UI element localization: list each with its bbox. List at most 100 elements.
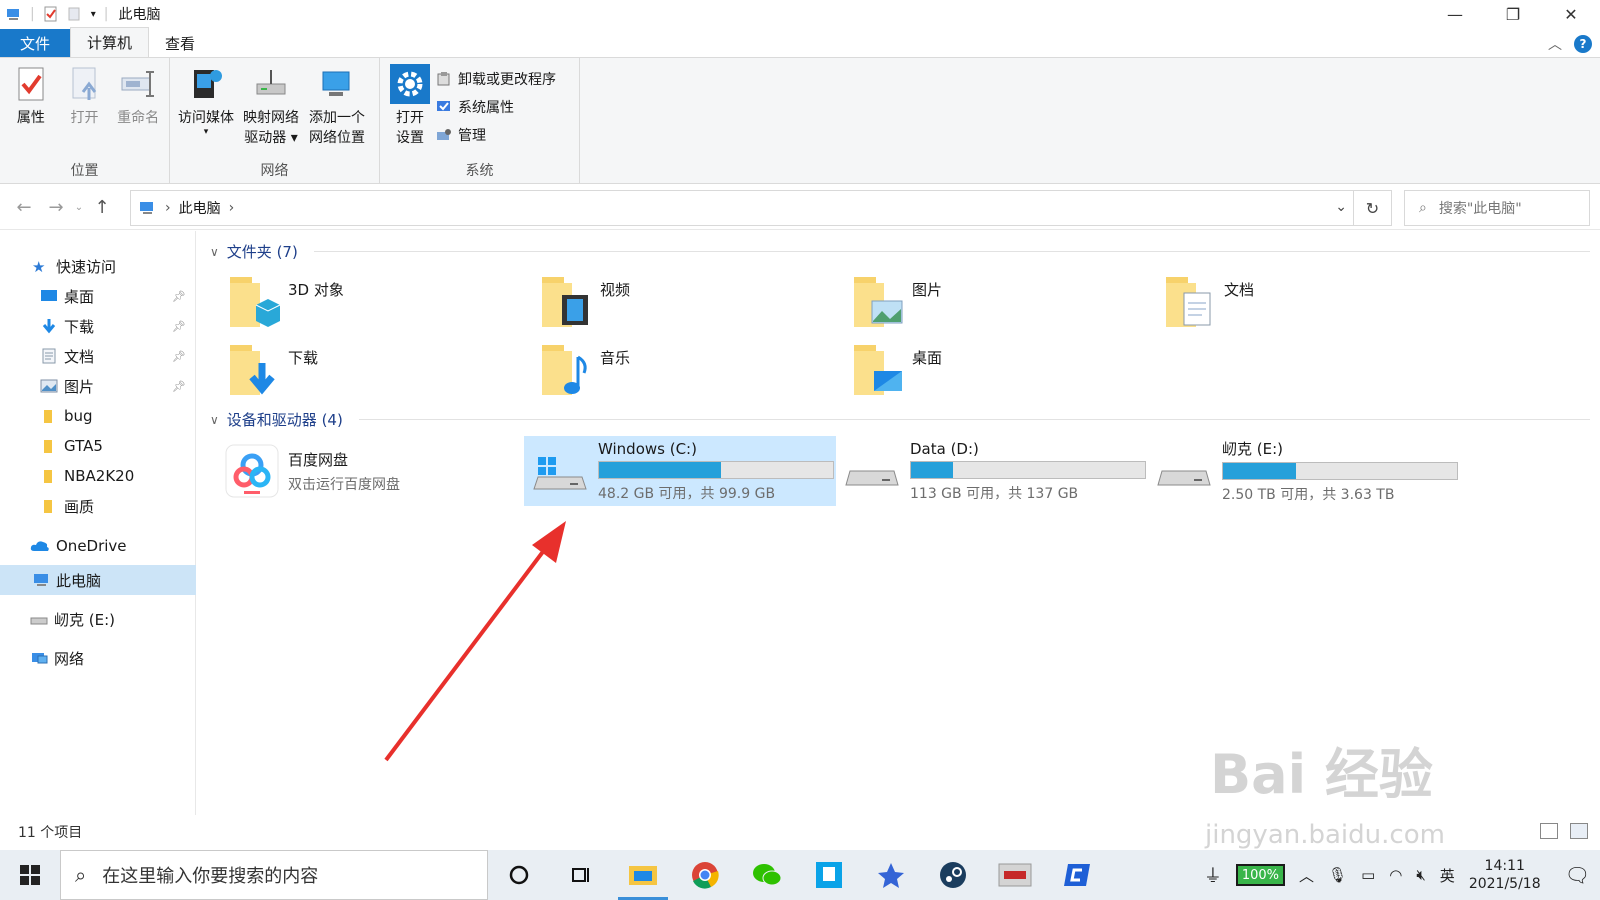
pin-icon[interactable]: 📌︎: [172, 380, 186, 393]
wechat-icon[interactable]: [736, 850, 798, 900]
address-bar[interactable]: › 此电脑 › ⌄ ↻: [130, 190, 1392, 226]
cortana-icon[interactable]: [488, 850, 550, 900]
add-network-label-1: 添加一个: [309, 110, 365, 126]
taskbar-search-input[interactable]: ⌕ 在这里输入你要搜索的内容: [60, 850, 488, 900]
tab-computer[interactable]: 计算机: [70, 27, 150, 57]
folder-icon: [44, 470, 52, 483]
app-blue-icon[interactable]: [798, 850, 860, 900]
sidebar-item-network[interactable]: 网络: [0, 643, 196, 673]
new-folder-quick-icon[interactable]: [67, 6, 83, 22]
folder-desktop[interactable]: 桌面: [852, 341, 1152, 405]
sidebar-item-documents[interactable]: 文档 📌︎: [0, 341, 196, 371]
devices-section-title: 设备和驱动器 (4): [226, 411, 343, 429]
collapse-ribbon-icon[interactable]: ︿: [1548, 34, 1562, 54]
tab-view[interactable]: 查看: [149, 29, 211, 57]
battery-icon[interactable]: ▭: [1361, 866, 1375, 884]
search-input[interactable]: ⌕ 搜索"此电脑": [1404, 190, 1590, 226]
folder-downloads[interactable]: 下载: [228, 341, 528, 405]
sidebar-item-downloads[interactable]: 下载 📌︎: [0, 311, 196, 341]
start-button[interactable]: [0, 850, 60, 900]
forward-arrow-icon[interactable]: →: [40, 197, 72, 218]
sidebar-item-drive-e[interactable]: 屻克 (E:): [0, 604, 196, 634]
show-hidden-icons-icon[interactable]: ︿: [1299, 865, 1314, 886]
input-method-indicator[interactable]: 英: [1440, 865, 1455, 886]
sidebar-item-bug[interactable]: bug: [0, 401, 196, 431]
pin-icon[interactable]: 📌︎: [172, 320, 186, 333]
annotation-arrow-icon: [384, 521, 566, 762]
ribbon-group-location: 属性 打开 重命名 位置: [0, 58, 170, 184]
sidebar-label-quality: 画质: [64, 497, 95, 516]
back-arrow-icon[interactable]: ←: [8, 197, 40, 218]
devices-section-header[interactable]: ∨ 设备和驱动器 (4): [210, 409, 1590, 430]
restore-button[interactable]: ❐: [1484, 0, 1542, 28]
breadcrumb-this-pc[interactable]: 此电脑: [179, 198, 221, 218]
sidebar-item-nba2k20[interactable]: NBA2K20: [0, 461, 196, 491]
help-icon[interactable]: ?: [1574, 35, 1592, 53]
clock[interactable]: 14:11 2021/5/18: [1469, 857, 1541, 893]
drive-e[interactable]: 屻克 (E:) 2.50 TB 可用，共 3.63 TB: [1148, 436, 1460, 506]
tab-file[interactable]: 文件: [0, 29, 70, 57]
item-count: 11 个项目: [18, 825, 83, 841]
sidebar-label-network: 网络: [54, 649, 85, 668]
this-pc-icon[interactable]: [6, 6, 22, 22]
app-star-icon[interactable]: [860, 850, 922, 900]
navigation-bar: ← → ⌄ ↑ › 此电脑 › ⌄ ↻ ⌕ 搜索"此电脑": [0, 186, 1600, 230]
chrome-icon[interactable]: [674, 850, 736, 900]
up-arrow-icon[interactable]: ↑: [86, 197, 118, 218]
folders-section-title: 文件夹 (7): [226, 243, 298, 261]
address-dropdown-icon[interactable]: ⌄: [1335, 199, 1347, 215]
details-view-icon[interactable]: [1540, 823, 1558, 839]
refresh-icon[interactable]: ↻: [1353, 191, 1391, 225]
notification-center-icon[interactable]: 🗨︎: [1565, 863, 1590, 887]
microphone-icon[interactable]: 🎙︎: [1328, 866, 1347, 884]
pin-icon[interactable]: 📌︎: [172, 290, 186, 303]
breadcrumb-chevron-icon[interactable]: ›: [229, 200, 235, 216]
sidebar-item-gta5[interactable]: GTA5: [0, 431, 196, 461]
drive-d[interactable]: Data (D:) 113 GB 可用，共 137 GB: [836, 436, 1148, 506]
drive-e-usage-fill: [1223, 463, 1296, 479]
clock-date: 2021/5/18: [1468, 876, 1541, 892]
system-properties-button[interactable]: 系统属性: [436, 96, 556, 118]
volume-muted-icon[interactable]: 🔇︎: [1416, 866, 1425, 884]
file-explorer-taskbar-icon[interactable]: [612, 850, 674, 900]
sidebar-label-pictures: 图片: [64, 377, 95, 396]
folder-pictures[interactable]: 图片: [852, 273, 1152, 337]
wifi-icon[interactable]: ◠: [1389, 866, 1402, 884]
drive-c[interactable]: Windows (C:) 48.2 GB 可用，共 99.9 GB: [524, 436, 836, 506]
uninstall-programs-button[interactable]: 卸载或更改程序: [436, 68, 556, 90]
breadcrumb-separator-icon: ›: [165, 200, 171, 216]
minimize-button[interactable]: —: [1426, 0, 1484, 28]
power-plug-icon[interactable]: ⏚: [1204, 862, 1222, 888]
steam-icon[interactable]: [922, 850, 984, 900]
folders-section-header[interactable]: ∨ 文件夹 (7): [210, 241, 1590, 262]
folder-3d-objects[interactable]: 3D 对象: [228, 273, 528, 337]
sidebar-item-this-pc[interactable]: 此电脑: [0, 565, 196, 595]
app-g-icon[interactable]: [1046, 850, 1108, 900]
sidebar-item-desktop[interactable]: 桌面 📌︎: [0, 281, 196, 311]
close-button[interactable]: ✕: [1542, 0, 1600, 28]
task-view-icon[interactable]: [550, 850, 612, 900]
recent-locations-icon[interactable]: ⌄: [72, 202, 86, 213]
desktop-icon: [854, 345, 902, 395]
customize-quick-access-icon[interactable]: ▾: [91, 9, 96, 20]
sidebar-item-onedrive[interactable]: OneDrive: [0, 531, 196, 561]
nba2k-icon[interactable]: [984, 850, 1046, 900]
folder-music[interactable]: 音乐: [540, 341, 840, 405]
baidu-netdisk-item[interactable]: 百度网盘 双击运行百度网盘: [218, 436, 530, 506]
media-icon: [194, 70, 222, 98]
battery-indicator[interactable]: 100%: [1235, 864, 1285, 886]
properties-quick-icon[interactable]: [43, 6, 59, 22]
sidebar-item-quick-access[interactable]: ★ 快速访问: [0, 251, 196, 281]
system-properties-label: 系统属性: [458, 100, 514, 116]
folder-documents[interactable]: 文档: [1164, 273, 1464, 337]
folder-videos[interactable]: 视频: [540, 273, 840, 337]
folder-icon: [44, 440, 52, 453]
windows-logo-icon: [20, 865, 40, 885]
manage-button[interactable]: 管理: [436, 124, 556, 146]
pin-icon[interactable]: 📌︎: [172, 350, 186, 363]
sidebar-item-quality[interactable]: 画质: [0, 491, 196, 521]
quick-access-label: 快速访问: [56, 257, 117, 276]
open-icon: [72, 67, 96, 100]
large-icons-view-icon[interactable]: [1570, 823, 1588, 839]
sidebar-item-pictures[interactable]: 图片 📌︎: [0, 371, 196, 401]
